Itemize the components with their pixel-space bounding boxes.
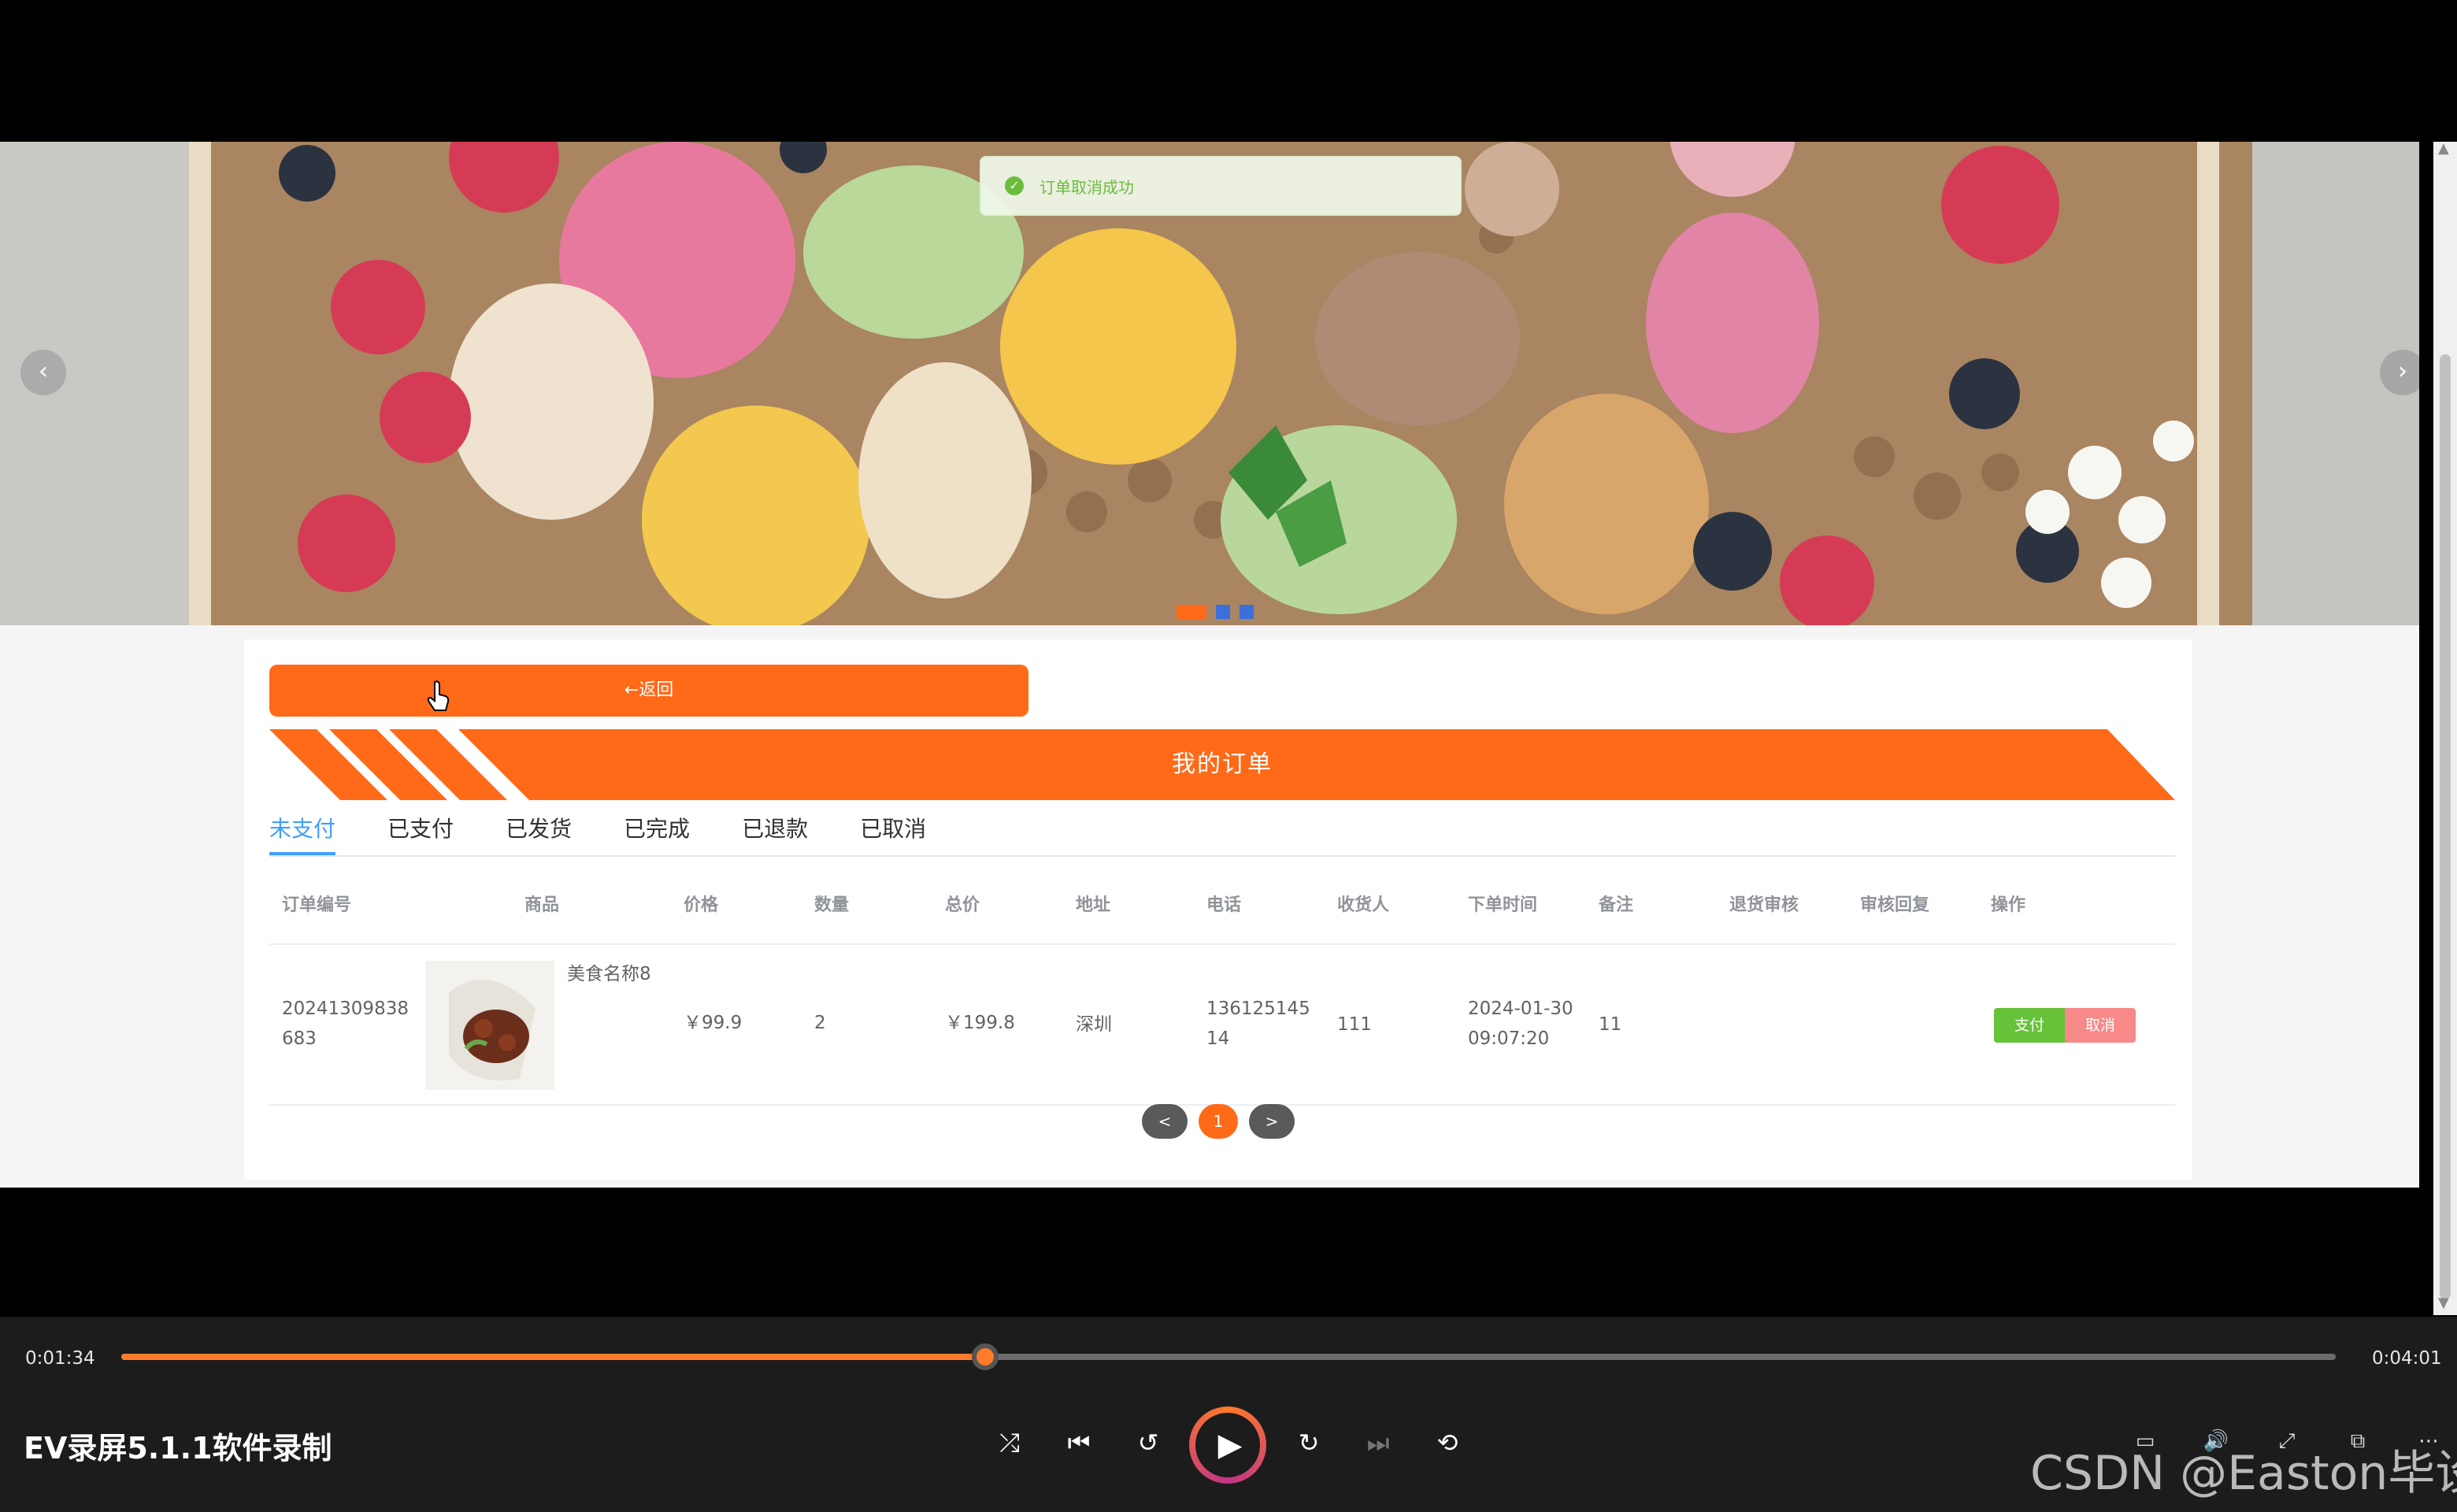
web-page: ✓ 订单取消成功 ‹ › ←返回 我的订单 未支付 已支付 已发货 已完成 已退… (0, 142, 2419, 1188)
tab-paid[interactable]: 已支付 (387, 811, 454, 854)
video-title: EV录屏5.1.1软件录制 (24, 1431, 332, 1466)
tab-completed[interactable]: 已完成 (624, 811, 690, 854)
order-number-line2: 683 (282, 1028, 317, 1049)
column-header: 收货人 (1337, 895, 1390, 915)
column-header: 地址 (1076, 895, 1111, 915)
column-header: 审核回复 (1860, 895, 1930, 915)
carousel-indicator-1[interactable] (1177, 605, 1206, 619)
column-header: 退货审核 (1729, 895, 1799, 915)
pay-button[interactable]: 支付 (1994, 1008, 2065, 1043)
carousel-next-button[interactable]: › (2380, 350, 2419, 395)
orders-title-bar: 我的订单 (269, 729, 2175, 800)
orders-table: 订单编号 商品 价格 数量 总价 地址 电话 收货人 下单时间 备注 退货审核 … (269, 868, 2175, 1106)
repeat-icon[interactable]: ⟲ (1422, 1418, 1473, 1468)
column-header: 电话 (1206, 895, 1242, 915)
phone-line1: 136125145 (1206, 999, 1310, 1019)
price: ￥99.9 (684, 1013, 743, 1033)
quantity: 2 (814, 1013, 826, 1033)
order-date: 2024-01-30 (1468, 999, 1573, 1019)
phone-line2: 14 (1206, 1028, 1230, 1049)
column-header: 备注 (1599, 895, 1634, 915)
current-time: 0:01:34 (25, 1348, 95, 1369)
rewind-10-icon[interactable]: ↺ (1123, 1418, 1173, 1468)
column-header: 操作 (1991, 895, 2026, 915)
order-number-line1: 20241309838 (282, 999, 409, 1019)
video-player-controls: 0:01:34 0:04:01 EV录屏5.1.1软件录制 ⤮ ⏮ ↺ ▶ ↻ … (0, 1317, 2457, 1512)
page-scrollbar-thumb[interactable] (2440, 354, 2451, 1299)
table-header: 订单编号 商品 价格 数量 总价 地址 电话 收货人 下单时间 备注 退货审核 … (269, 868, 2175, 945)
play-icon: ▶ (1195, 1413, 1260, 1477)
pagination: < 1 > (244, 1104, 2192, 1139)
product-name: 美食名称8 (567, 964, 651, 984)
next-track-icon[interactable]: ⏭ (1353, 1418, 1403, 1468)
total-time: 0:04:01 (2372, 1348, 2442, 1369)
page-title: 我的订单 (1172, 750, 1273, 778)
carousel-indicators (1177, 605, 1254, 619)
product-image[interactable] (425, 961, 554, 1090)
address: 深圳 (1076, 1014, 1112, 1035)
back-button[interactable]: ←返回 (269, 665, 1028, 717)
seek-bar[interactable] (121, 1343, 2336, 1370)
order-status-tabs: 未支付 已支付 已发货 已完成 已退款 已取消 (269, 811, 2175, 857)
carousel-indicator-3[interactable] (1240, 605, 1254, 619)
order-time: 2024-01-30 09:07:20 (1468, 994, 1573, 1054)
shuffle-icon[interactable]: ⤮ (984, 1418, 1035, 1468)
forward-30-icon[interactable]: ↻ (1284, 1418, 1334, 1468)
table-row: 20241309838 683 美食名称8 ￥99.9 2 ￥199.8 深圳 … (269, 945, 2175, 1106)
check-circle-icon: ✓ (1005, 176, 1024, 195)
tab-unpaid[interactable]: 未支付 (269, 811, 336, 855)
page-number[interactable]: 1 (1199, 1104, 1238, 1139)
scroll-down-icon[interactable]: ▼ (2438, 1295, 2449, 1311)
total-price: ￥199.8 (945, 1013, 1015, 1033)
orders-card: ←返回 我的订单 未支付 已支付 已发货 已完成 已退款 已取消 订单编号 商品… (244, 639, 2192, 1180)
seek-handle[interactable] (971, 1343, 999, 1370)
column-header: 订单编号 (282, 895, 352, 915)
csdn-watermark: CSDN @Easton毕设 (2030, 1446, 2457, 1501)
hand-cursor-icon (427, 680, 450, 711)
phone: 136125145 14 (1206, 994, 1310, 1054)
column-header: 商品 (524, 895, 560, 915)
order-clock: 09:07:20 (1468, 1028, 1550, 1049)
column-header: 总价 (945, 895, 980, 915)
play-button[interactable]: ▶ (1189, 1406, 1266, 1484)
banner-carousel[interactable]: ✓ 订单取消成功 ‹ › (0, 142, 2419, 625)
remark: 11 (1599, 1014, 1622, 1035)
tab-cancelled[interactable]: 已取消 (860, 811, 926, 854)
carousel-prev-button[interactable]: ‹ (20, 350, 66, 395)
column-header: 下单时间 (1468, 895, 1538, 915)
column-header: 价格 (684, 895, 719, 915)
success-toast: ✓ 订单取消成功 (980, 156, 1462, 216)
tab-shipped[interactable]: 已发货 (506, 811, 572, 854)
toast-message: 订单取消成功 (1040, 177, 1134, 197)
receiver: 111 (1337, 1014, 1372, 1035)
previous-track-icon[interactable]: ⏮ (1054, 1418, 1104, 1468)
seek-progress (121, 1354, 985, 1360)
order-number: 20241309838 683 (282, 994, 409, 1054)
scroll-up-icon[interactable]: ▲ (2438, 140, 2449, 157)
cancel-order-button[interactable]: 取消 (2065, 1008, 2136, 1043)
next-page-button[interactable]: > (1249, 1104, 1295, 1139)
tab-refunded[interactable]: 已退款 (742, 811, 808, 854)
prev-page-button[interactable]: < (1142, 1104, 1188, 1139)
food-thumbnail (425, 961, 554, 1090)
column-header: 数量 (814, 895, 850, 915)
carousel-indicator-2[interactable] (1216, 605, 1230, 619)
